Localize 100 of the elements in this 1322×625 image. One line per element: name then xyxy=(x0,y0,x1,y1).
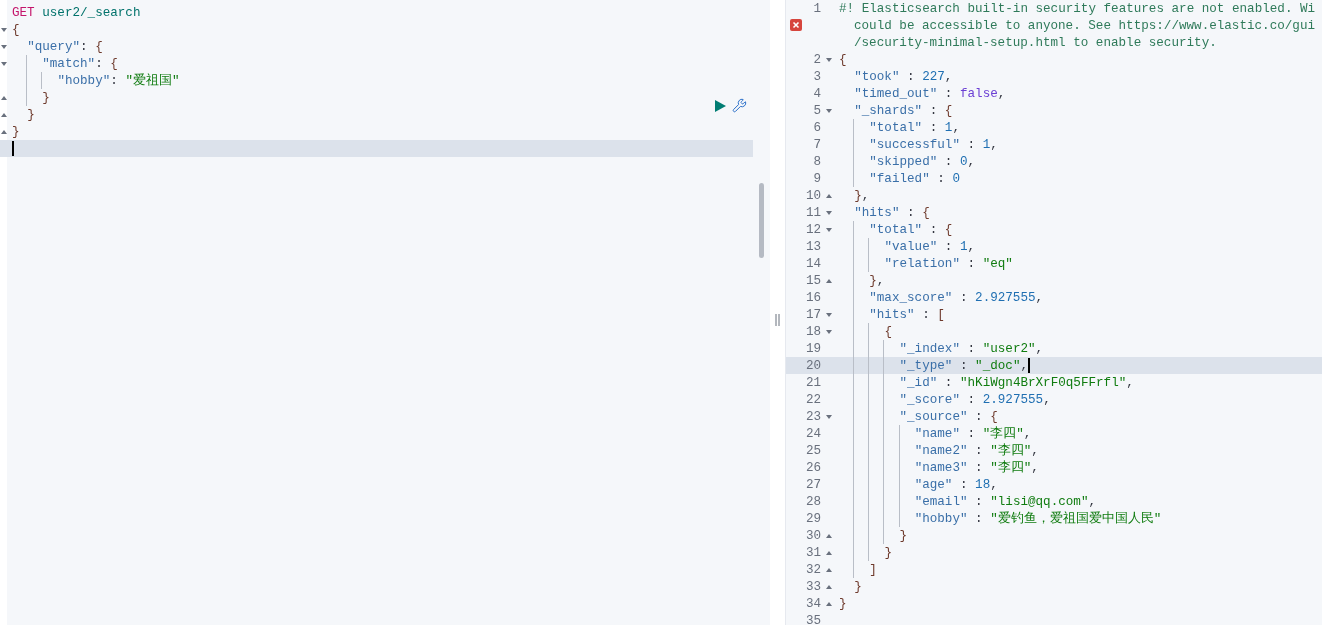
line-number: 8 xyxy=(813,154,822,169)
line-number: 2 xyxy=(813,52,822,67)
line-number: 7 xyxy=(813,137,822,152)
line-number: 6 xyxy=(813,120,822,135)
line-number: 17 xyxy=(805,307,822,322)
line-number: 28 xyxy=(805,494,822,509)
line-number: 19 xyxy=(805,341,822,356)
line-number: 1 xyxy=(813,1,822,16)
code-line: "successful" : 1, xyxy=(834,136,998,153)
code-line: "failed" : 0 xyxy=(834,170,960,187)
line-number: 31 xyxy=(805,545,822,560)
caret-down-icon[interactable] xyxy=(1,44,7,49)
resize-handle[interactable] xyxy=(775,314,780,326)
text-cursor xyxy=(12,141,14,156)
line-number: 16 xyxy=(805,290,822,305)
caret-up-icon[interactable] xyxy=(1,112,7,117)
code-line: "skipped" : 0, xyxy=(834,153,976,170)
caret-down-icon[interactable] xyxy=(1,27,7,32)
code-line: { xyxy=(11,21,20,38)
line-number: 12 xyxy=(805,222,822,237)
code-line: { xyxy=(838,51,847,68)
line-number: 33 xyxy=(805,579,822,594)
caret-down-icon[interactable] xyxy=(825,210,832,215)
line-number: 4 xyxy=(813,86,822,101)
line-number: 25 xyxy=(805,443,822,458)
caret-down-icon[interactable] xyxy=(825,312,832,317)
line-number: 10 xyxy=(805,188,822,203)
line-number: 14 xyxy=(805,256,822,271)
code-line: "email" : "lisi@qq.com", xyxy=(834,493,1097,510)
code-line: "hits" : [ xyxy=(834,306,945,323)
code-line: }, xyxy=(853,187,870,204)
code-line: "_id" : "hKiWgn4BrXrF0q5FFrfl", xyxy=(834,374,1134,391)
caret-up-icon[interactable] xyxy=(825,601,832,606)
scrollbar-thumb[interactable] xyxy=(759,183,764,258)
code-line: "name2" : "李四", xyxy=(834,442,1039,459)
line-number: 32 xyxy=(805,562,822,577)
caret-up-icon[interactable] xyxy=(825,550,832,555)
caret-up-icon[interactable] xyxy=(1,95,7,100)
line-number: 34 xyxy=(805,596,822,611)
code-line: #! Elasticsearch built-in security features are not enabled. Wi xyxy=(838,0,1316,17)
play-button[interactable] xyxy=(715,99,726,112)
code-line: "_source" : { xyxy=(834,408,998,425)
code-line: } xyxy=(834,527,908,544)
caret-down-icon[interactable] xyxy=(1,61,7,66)
line-number: 20 xyxy=(805,358,822,373)
caret-up-icon[interactable] xyxy=(825,193,832,198)
code-line: } xyxy=(853,578,862,595)
code-line: } xyxy=(7,89,50,106)
caret-down-icon[interactable] xyxy=(825,329,832,334)
line-number: 21 xyxy=(805,375,822,390)
code-line: "_shards" : { xyxy=(853,102,953,119)
code-line: "total" : 1, xyxy=(834,119,960,136)
caret-down-icon[interactable] xyxy=(825,108,832,113)
caret-up-icon[interactable] xyxy=(825,567,832,572)
line-number: 5 xyxy=(813,103,822,118)
caret-up-icon[interactable] xyxy=(825,584,832,589)
code-line: } xyxy=(838,595,847,612)
request-editor[interactable]: GET user2/_search { "query": { "match": { "hobby": "爱祖国" } } } xyxy=(0,0,770,625)
code-line: "age" : 18, xyxy=(834,476,998,493)
caret-down-icon[interactable] xyxy=(825,57,832,62)
code-line: /security-minimal-setup.html to enable security. xyxy=(853,34,1217,51)
caret-down-icon[interactable] xyxy=(825,227,832,232)
code-line: } xyxy=(26,106,35,123)
code-line: } xyxy=(834,544,892,561)
code-line: "total" : { xyxy=(834,221,953,238)
caret-down-icon[interactable] xyxy=(825,414,832,419)
code-line: "name" : "李四", xyxy=(834,425,1032,442)
wrench-icon[interactable] xyxy=(732,98,747,113)
code-line: "hobby": "爱祖国" xyxy=(7,72,180,89)
code-line: "hits" : { xyxy=(853,204,930,221)
code-line: "relation" : "eq" xyxy=(834,255,1013,272)
code-line: "query": { xyxy=(26,38,103,55)
line-number: 15 xyxy=(805,273,822,288)
line-number: 29 xyxy=(805,511,822,526)
line-number: 11 xyxy=(805,205,822,220)
line-number: 24 xyxy=(805,426,822,441)
code-line: } xyxy=(11,123,20,140)
code-line: "name3" : "李四", xyxy=(834,459,1039,476)
line-number: 18 xyxy=(805,324,822,339)
text-cursor xyxy=(1028,358,1030,373)
code-line: ] xyxy=(834,561,877,578)
line-number: 26 xyxy=(805,460,822,475)
code-line: "value" : 1, xyxy=(834,238,976,255)
code-line: "took" : 227, xyxy=(853,68,953,85)
line-number: 3 xyxy=(813,69,822,84)
line-number: 27 xyxy=(805,477,822,492)
line-number: 23 xyxy=(805,409,822,424)
line-number: 35 xyxy=(805,613,822,625)
line-number: 9 xyxy=(813,171,822,186)
caret-up-icon[interactable] xyxy=(825,278,832,283)
code-line: "_type" : "_doc", xyxy=(834,357,1030,374)
caret-up-icon[interactable] xyxy=(1,129,7,134)
code-line: }, xyxy=(834,272,885,289)
caret-up-icon[interactable] xyxy=(825,533,832,538)
code-line: could be accessible to anyone. See https://www.elastic.co/gui xyxy=(853,17,1315,34)
code-line: "max_score" : 2.927555, xyxy=(834,289,1044,306)
line-number: 22 xyxy=(805,392,822,407)
code-line: "match": { xyxy=(7,55,118,72)
code-line: "hobby" : "爱钓鱼，爱祖国爱中国人民" xyxy=(834,510,1162,527)
line-number: 13 xyxy=(805,239,822,254)
